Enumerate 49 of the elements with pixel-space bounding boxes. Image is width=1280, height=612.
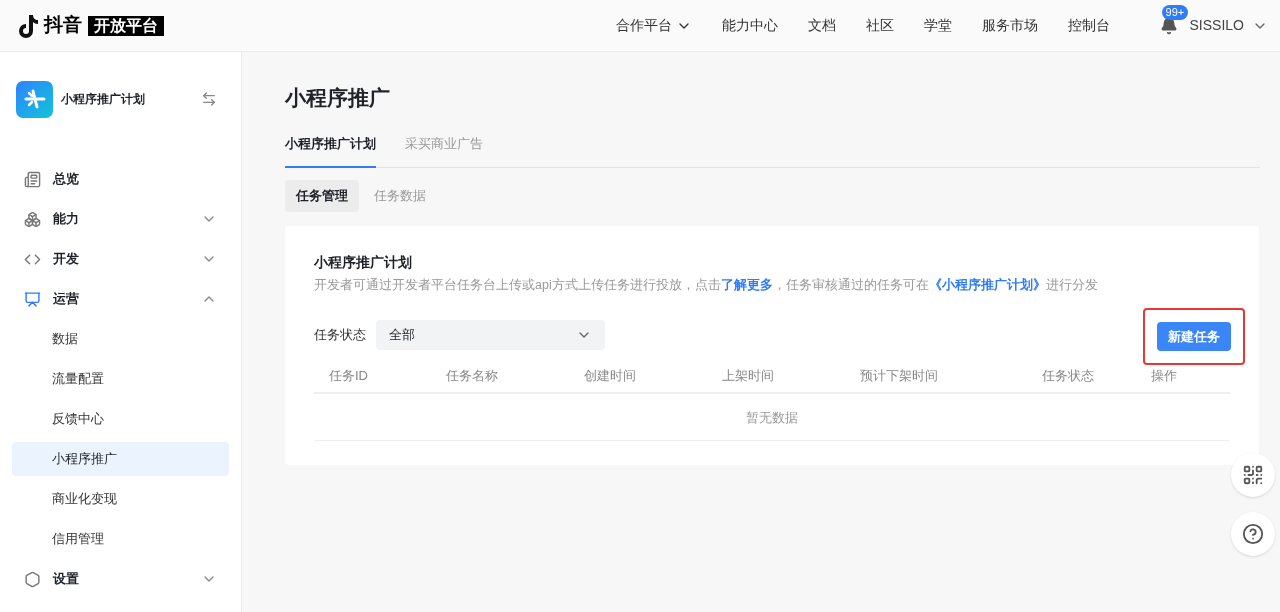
switch-icon[interactable] (201, 91, 217, 107)
column-header: 创建时间 (583, 367, 637, 385)
music-note-icon (16, 12, 40, 39)
new-task-button[interactable]: 新建任务 (1157, 322, 1231, 352)
sidebar-item[interactable]: 总览 (12, 159, 229, 199)
sidebar-subitem[interactable]: 小程序推广 (12, 442, 229, 476)
link[interactable]: 《小程序推广计划》 (928, 277, 1046, 292)
page-title: 小程序推广 (285, 85, 391, 111)
help-button[interactable] (1231, 512, 1275, 556)
sidebar-item[interactable]: 设置 (12, 559, 229, 599)
asterisk-logo-icon (22, 87, 47, 111)
qr-code-icon (1242, 464, 1264, 486)
qr-code-button[interactable] (1231, 453, 1275, 497)
nav-link[interactable]: 服务市场 (981, 15, 1038, 36)
bell-icon[interactable] (1159, 16, 1178, 35)
nav-link[interactable]: 社区 (865, 15, 894, 36)
sidebar-item[interactable]: 开发 (12, 239, 229, 279)
sidebar-item[interactable]: 运营 (12, 279, 229, 319)
sidebar-subitem[interactable]: 反馈中心 (12, 402, 229, 436)
column-header: 上架时间 (721, 367, 775, 385)
nav-link[interactable]: 合作平台 (615, 15, 692, 36)
sidebar-subitem[interactable]: 信用管理 (12, 522, 229, 556)
card-title: 小程序推广计划 (314, 252, 413, 272)
tab[interactable]: 小程序推广计划 (285, 134, 376, 168)
help-icon (1242, 523, 1264, 545)
column-header: 任务状态 (1041, 367, 1095, 385)
nav-link[interactable]: 能力中心 (721, 15, 778, 36)
column-header: 任务名称 (445, 367, 499, 385)
logo-text: 抖音 (44, 13, 82, 38)
sidebar-subitem[interactable]: 数据 (12, 322, 229, 356)
nav-link[interactable]: 控制台 (1067, 15, 1110, 36)
sidebar-subitem[interactable]: 流量配置 (12, 362, 229, 396)
logo-badge: 开放平台 (88, 15, 164, 36)
sidebar-item[interactable]: 能力 (12, 199, 229, 239)
status-select[interactable]: 全部 (376, 319, 605, 350)
nav-link[interactable]: 文档 (807, 15, 836, 36)
notification-badge: 99+ (1161, 4, 1189, 20)
column-header: 操作 (1150, 367, 1178, 385)
empty-text: 暂无数据 (746, 408, 798, 427)
user-name[interactable]: SISSILO (1189, 15, 1244, 36)
nav-link[interactable]: 学堂 (923, 15, 952, 36)
subtab[interactable]: 任务管理 (285, 179, 359, 212)
app-name: 小程序推广计划 (61, 91, 145, 108)
column-header: 预计下架时间 (859, 367, 939, 385)
column-header: 任务ID (328, 367, 369, 385)
filter-label: 任务状态 (314, 326, 366, 344)
link[interactable]: 了解更多 (720, 277, 773, 292)
description-text: 开发者可通过开发者平台任务台上传或api方式上传任务进行投放，点击了解更多，任务审核通过的任务可在《小程序推广计划》进行分发 (314, 276, 1099, 294)
sidebar-subitem[interactable]: 商业化变现 (12, 482, 229, 516)
